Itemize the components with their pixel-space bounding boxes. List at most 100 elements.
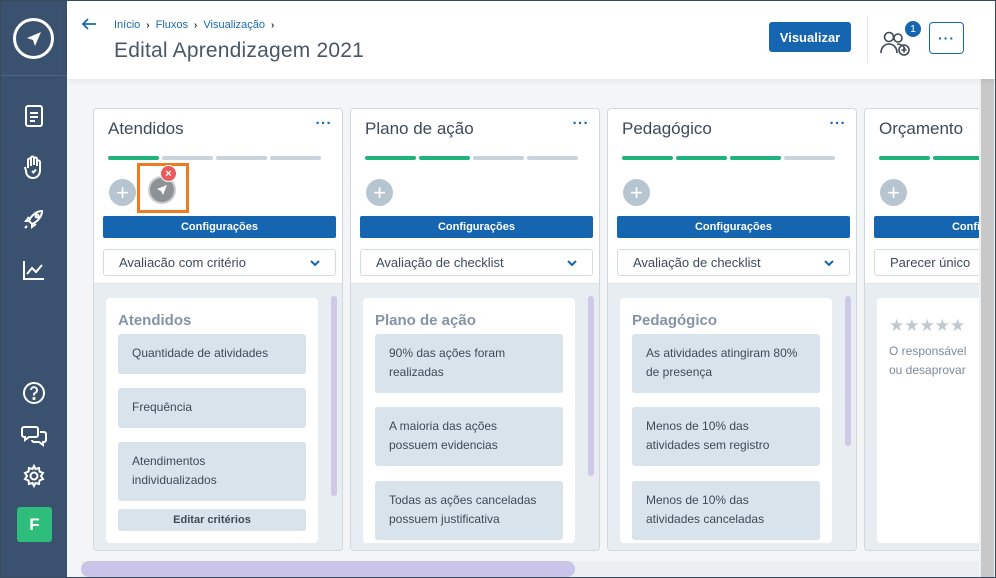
chevron-down-icon: [567, 260, 577, 267]
column-menu-button[interactable]: ···: [573, 115, 590, 132]
card-title: Plano de ação: [375, 312, 476, 329]
progress-segment: [933, 156, 979, 160]
progress-segment: [622, 156, 673, 160]
column-title: Orçamento: [879, 119, 964, 138]
add-button[interactable]: +: [366, 179, 393, 206]
breadcrumb-fluxos[interactable]: Fluxos: [156, 19, 188, 31]
column-progress: [879, 156, 979, 160]
column-atendidos: Atendidos ··· + Configurações Avaliacão …: [93, 108, 343, 551]
back-arrow-icon[interactable]: [80, 15, 98, 33]
criteria-card: Pedagógico As atividades atingiram 80% d…: [620, 298, 832, 543]
sidebar: F: [1, 1, 67, 577]
breadcrumb-inicio[interactable]: Início: [114, 19, 140, 31]
criteria-card: ★★★★★ O responsável ou desaprovar: [877, 298, 979, 543]
evaluation-type-select[interactable]: Avaliacão com critério: [103, 249, 336, 276]
breadcrumb: Início › Fluxos › Visualização ›: [114, 19, 274, 31]
progress-segment: [676, 156, 727, 160]
avatar[interactable]: F: [17, 507, 52, 542]
gear-icon[interactable]: [20, 462, 48, 490]
document-icon[interactable]: [20, 102, 48, 130]
progress-segment: [527, 156, 578, 160]
star-rating[interactable]: ★★★★★: [889, 316, 965, 336]
progress-segment: [162, 156, 213, 160]
help-icon[interactable]: [20, 379, 48, 407]
column-progress: [108, 156, 321, 160]
configuracoes-button[interactable]: Configurações: [103, 216, 336, 238]
chevron-down-icon: [824, 260, 834, 267]
chat-icon[interactable]: [20, 421, 48, 449]
select-value: Avaliação de checklist: [633, 255, 761, 270]
progress-segment: [784, 156, 835, 160]
more-options-button[interactable]: ···: [929, 22, 964, 54]
select-value: Avaliação de checklist: [376, 255, 504, 270]
add-button[interactable]: +: [880, 179, 907, 206]
evaluation-type-select[interactable]: Avaliação de checklist: [360, 249, 593, 276]
page-scrollbar-thumb[interactable]: [981, 3, 994, 577]
configuracoes-button[interactable]: Configurações: [360, 216, 593, 238]
configuracoes-button[interactable]: Configurações: [617, 216, 850, 238]
criteria-item[interactable]: Menos de 10% das atividades canceladas: [632, 481, 820, 540]
card-scrollbar[interactable]: [331, 296, 337, 496]
description-line: O responsável: [889, 344, 967, 358]
card-scrollbar[interactable]: [845, 296, 851, 446]
rocket-icon[interactable]: [20, 205, 48, 233]
evaluation-type-select[interactable]: Avaliação de checklist: [617, 249, 850, 276]
edit-criteria-button[interactable]: Editar critérios: [118, 509, 306, 531]
add-button[interactable]: +: [109, 179, 136, 206]
select-value: Parecer único: [890, 255, 971, 270]
breadcrumb-separator-icon: ›: [194, 19, 198, 31]
chart-icon[interactable]: [20, 256, 48, 284]
breadcrumb-separator-icon: ›: [146, 19, 150, 31]
breadcrumb-visualizacao[interactable]: Visualização: [203, 19, 265, 31]
column-orcamento: Orçamento + Configurações Parecer único …: [864, 108, 979, 551]
configuracoes-button[interactable]: Configurações: [874, 216, 979, 238]
sidebar-divider: [1, 75, 67, 76]
paper-plane-logo[interactable]: [13, 18, 54, 59]
evaluation-type-select[interactable]: Parecer único: [874, 249, 979, 276]
criteria-card: Plano de ação 90% das ações foram realiz…: [363, 298, 575, 543]
progress-segment: [419, 156, 470, 160]
card-title: Pedagógico: [632, 312, 718, 329]
breadcrumb-separator-icon: ›: [270, 19, 275, 31]
board: Atendidos ··· + Configurações Avaliacão …: [67, 79, 979, 577]
column-menu-button[interactable]: ···: [830, 115, 847, 132]
card-title: Atendidos: [118, 312, 192, 329]
remove-icon[interactable]: ×: [160, 165, 177, 182]
progress-segment: [270, 156, 321, 160]
criteria-card: Atendidos Quantidade de atividades Frequ…: [106, 298, 318, 543]
criteria-item[interactable]: A maioria das ações possuem evidencias: [375, 407, 563, 466]
column-title: Atendidos: [108, 119, 184, 138]
criteria-item[interactable]: 90% das ações foram realizadas: [375, 334, 563, 393]
description-line: ou desaprovar: [889, 363, 966, 377]
column-title: Plano de ação: [365, 119, 474, 138]
header-divider: [867, 15, 868, 63]
criteria-item[interactable]: Atendimentos individualizados: [118, 442, 306, 501]
column-pedagogico: Pedagógico ··· + Configurações Avaliação…: [607, 108, 857, 551]
progress-segment: [879, 156, 930, 160]
column-menu-button[interactable]: ···: [316, 115, 333, 132]
horizontal-scrollbar-thumb[interactable]: [81, 561, 575, 577]
criteria-item[interactable]: Quantidade de atividades: [118, 334, 306, 374]
users-count-badge: 1: [903, 19, 923, 39]
criteria-item[interactable]: Todas as ações canceladas possuem justif…: [375, 481, 563, 540]
progress-segment: [108, 156, 159, 160]
column-plano-de-acao: Plano de ação ··· + Configurações Avalia…: [350, 108, 600, 551]
progress-segment: [216, 156, 267, 160]
criteria-item[interactable]: Menos de 10% das atividades sem registro: [632, 407, 820, 466]
criteria-item[interactable]: As atividades atingiram 80% de presença: [632, 334, 820, 393]
visualizar-button[interactable]: Visualizar: [769, 22, 851, 52]
card-description: O responsável ou desaprovar: [889, 342, 966, 380]
progress-segment: [473, 156, 524, 160]
progress-segment: [730, 156, 781, 160]
card-scrollbar[interactable]: [588, 296, 594, 476]
column-title: Pedagógico: [622, 119, 712, 138]
page-title: Edital Aprendizagem 2021: [114, 39, 364, 62]
app-window: F Início › Fluxos › Visualização › Edita…: [0, 0, 996, 578]
progress-segment: [365, 156, 416, 160]
column-progress: [622, 156, 835, 160]
criteria-item[interactable]: Frequência: [118, 388, 306, 428]
add-button[interactable]: +: [623, 179, 650, 206]
header: Início › Fluxos › Visualização › Edital …: [67, 1, 995, 79]
chevron-down-icon: [310, 260, 320, 267]
hand-heart-icon[interactable]: [20, 153, 48, 181]
